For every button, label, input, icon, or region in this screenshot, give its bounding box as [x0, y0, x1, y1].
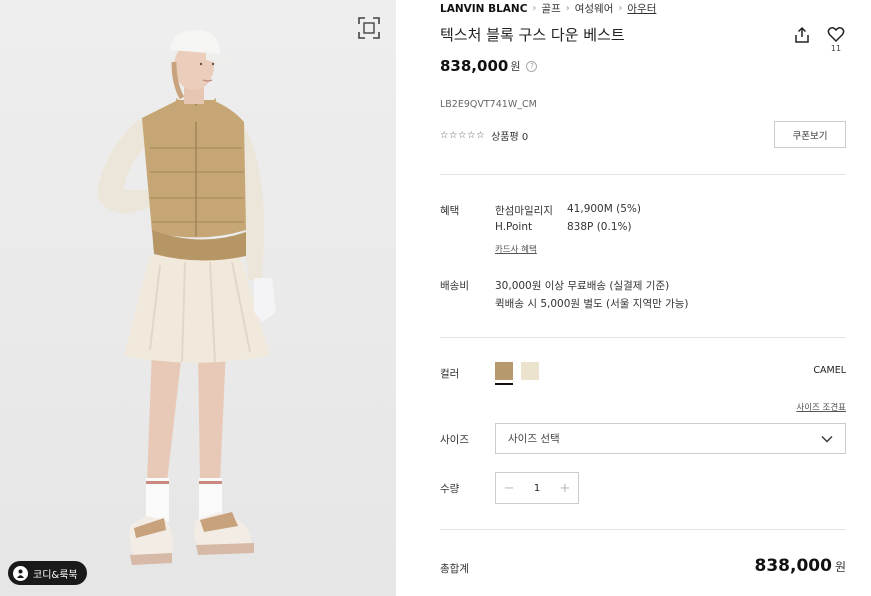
- mileage-name: 한섬마일리지: [495, 205, 553, 217]
- breadcrumb-golf[interactable]: 골프: [541, 1, 560, 16]
- size-select-placeholder: 사이즈 선택: [508, 433, 560, 445]
- shipping-free-line: 30,000원 이상 무료배송 (실결제 기준): [495, 280, 670, 292]
- chevron-right-icon: ›: [618, 3, 623, 14]
- chevron-right-icon: ›: [532, 3, 537, 14]
- card-benefit-link[interactable]: 카드사 혜택: [495, 243, 537, 255]
- breadcrumb-brand[interactable]: LANVIN BLANC: [440, 3, 527, 15]
- fullscreen-button[interactable]: [356, 15, 382, 41]
- coordi-lookbook-button[interactable]: 코디&룩북: [8, 561, 87, 585]
- person-icon: [13, 565, 28, 581]
- share-icon: [795, 26, 809, 43]
- like-button[interactable]: 11: [826, 26, 846, 53]
- divider: [440, 174, 846, 175]
- quantity-label: 수량: [440, 483, 460, 495]
- total-row: 838,000 원: [755, 556, 846, 576]
- price-row: 838,000 원 ?: [440, 57, 538, 75]
- benefits-label: 혜택: [440, 205, 460, 217]
- coupon-button[interactable]: 쿠폰보기: [774, 121, 846, 148]
- heart-icon: [827, 27, 845, 43]
- breadcrumb-womens[interactable]: 여성웨어: [575, 1, 614, 16]
- mileage-value: 41,900M (5%): [567, 203, 641, 215]
- selected-color-name: CAMEL: [813, 365, 846, 376]
- product-price: 838,000: [440, 57, 509, 75]
- coordi-button-label: 코디&룩북: [33, 569, 78, 581]
- shipping-label: 배송비: [440, 280, 469, 292]
- breadcrumb: LANVIN BLANC › 골프 › 여성웨어 › 아우터: [440, 1, 656, 16]
- chevron-right-icon: ›: [565, 3, 570, 14]
- quantity-increase-button[interactable]: +: [552, 481, 578, 496]
- product-title: 텍스처 블록 구스 다운 베스트: [440, 26, 625, 44]
- divider: [440, 337, 846, 338]
- hpoint-name: H.Point: [495, 221, 533, 233]
- rating-row: ☆☆☆☆☆ 상품평 0: [440, 128, 528, 143]
- size-guide-link[interactable]: 사이즈 조견표: [796, 401, 846, 413]
- total-currency: 원: [834, 560, 846, 574]
- hpoint-value: 838P (0.1%): [567, 221, 632, 233]
- breadcrumb-outer[interactable]: 아우터: [627, 1, 656, 16]
- review-count[interactable]: 상품평 0: [491, 128, 528, 143]
- star-rating: ☆☆☆☆☆: [440, 130, 486, 141]
- product-sku: LB2E9QVT741W_CM: [440, 99, 537, 110]
- quantity-stepper: − 1 +: [495, 472, 579, 504]
- product-image-panel: 코디&룩북: [0, 0, 396, 596]
- total-price: 838,000: [754, 556, 832, 576]
- color-label: 컬러: [440, 368, 460, 380]
- share-button[interactable]: [792, 26, 812, 53]
- chevron-down-icon: [821, 436, 833, 443]
- quantity-decrease-button[interactable]: −: [496, 481, 522, 496]
- divider: [440, 529, 846, 530]
- question-circle-icon[interactable]: ?: [526, 60, 538, 72]
- size-label: 사이즈: [440, 434, 469, 446]
- product-info-panel: LANVIN BLANC › 골프 › 여성웨어 › 아우터 텍스처 블록 구스…: [440, 0, 846, 596]
- color-swatch-ivory[interactable]: [521, 362, 539, 380]
- product-actions: 11: [792, 26, 846, 53]
- price-currency: 원: [510, 60, 521, 73]
- quantity-value[interactable]: 1: [522, 483, 552, 494]
- total-label: 총합계: [440, 563, 469, 575]
- expand-frame-icon: [358, 17, 380, 39]
- like-count: 11: [830, 44, 842, 53]
- size-select[interactable]: 사이즈 선택: [495, 423, 846, 454]
- color-swatch-camel[interactable]: [495, 362, 513, 385]
- product-photo: [0, 0, 396, 596]
- shipping-quick-line: 퀵배송 시 5,000원 별도 (서울 지역만 가능): [495, 298, 689, 310]
